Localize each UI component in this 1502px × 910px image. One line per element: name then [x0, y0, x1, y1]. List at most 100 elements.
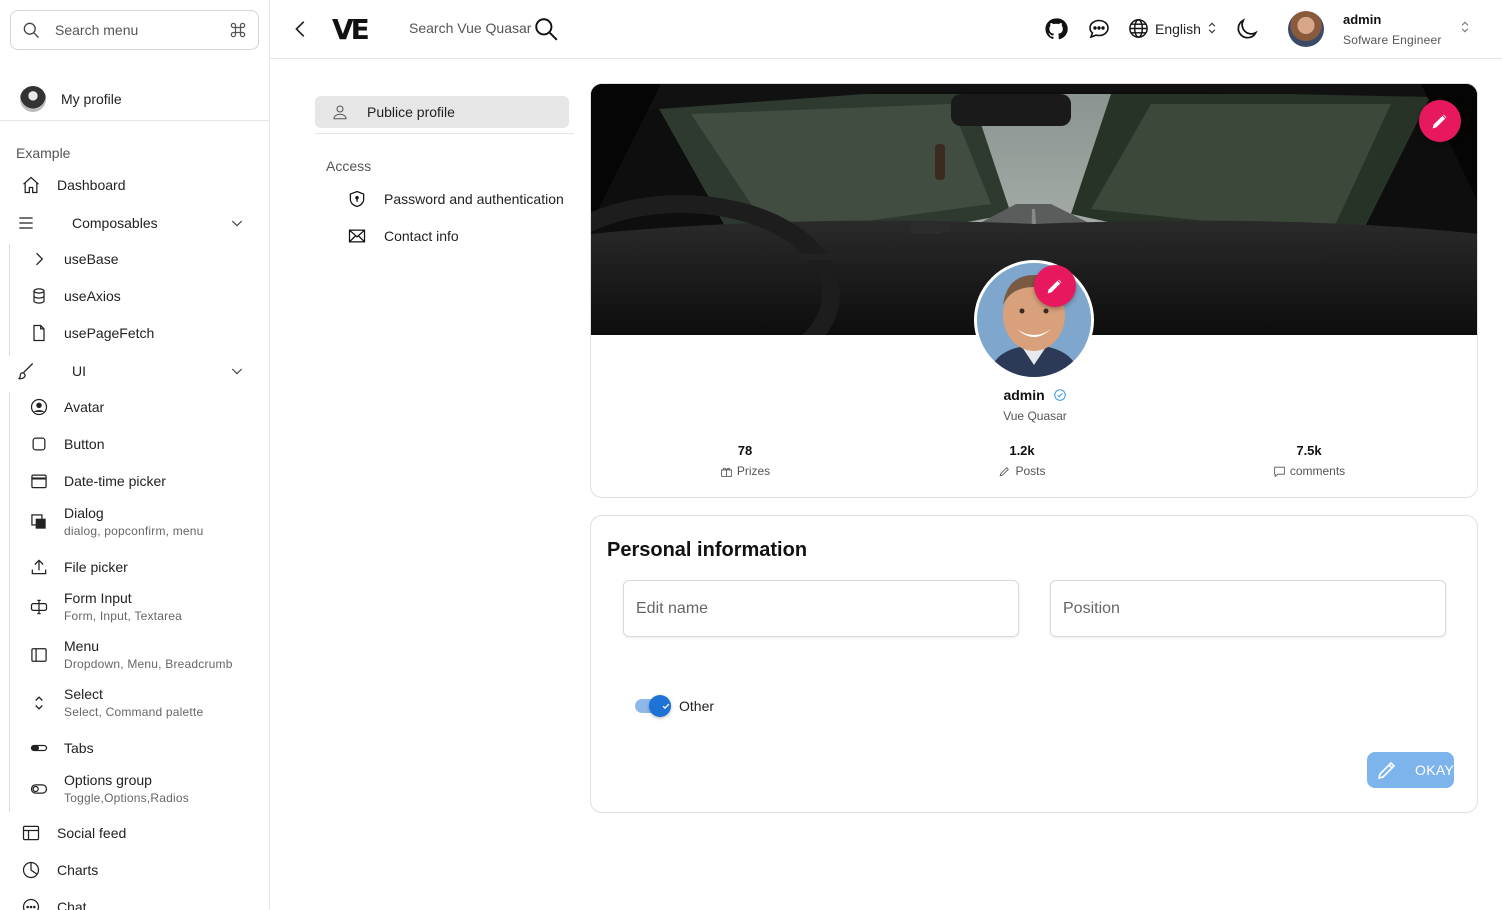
- user-role: Sofware Engineer: [1343, 33, 1442, 47]
- stat-comments: 7.5k comments: [1209, 443, 1409, 478]
- globe-icon[interactable]: [1127, 17, 1150, 40]
- chevron-up-down-icon[interactable]: [1205, 21, 1219, 35]
- sidebar-item-caption: dialog, popconfirm, menu: [64, 524, 204, 538]
- sidebar-layout-icon: [27, 645, 51, 665]
- sidebar: Search menu My profile Example Dashboard…: [0, 0, 270, 910]
- stat-label: Posts: [1015, 464, 1046, 478]
- user-avatar[interactable]: [1288, 11, 1324, 47]
- chevron-up-down-icon[interactable]: [1458, 20, 1472, 34]
- sidebar-item-caption: Select, Command palette: [64, 705, 204, 719]
- shield-icon: [347, 189, 367, 209]
- search-icon[interactable]: [533, 16, 559, 42]
- sidebar-item-select[interactable]: Select Select, Command palette: [27, 686, 269, 719]
- sidebar-item-datetime-picker[interactable]: Date-time picker: [27, 471, 269, 491]
- sidebar-item-caption: Dropdown, Menu, Breadcrumb: [64, 657, 233, 671]
- edit-cover-button[interactable]: [1419, 100, 1461, 142]
- tree-line: [9, 392, 10, 812]
- settings-item-label: Publice profile: [367, 104, 455, 120]
- toggle-icon: [27, 738, 51, 758]
- sidebar-item-avatar[interactable]: Avatar: [27, 397, 269, 417]
- pie-chart-icon: [19, 860, 43, 880]
- position-input[interactable]: [1063, 599, 1433, 618]
- edit-avatar-button[interactable]: [1034, 265, 1076, 307]
- moon-icon[interactable]: [1234, 16, 1260, 42]
- edit-name-input[interactable]: [636, 599, 1006, 618]
- github-icon[interactable]: [1044, 17, 1068, 41]
- okay-button[interactable]: OKAY: [1367, 752, 1454, 788]
- sidebar-item-label: Menu: [64, 638, 100, 654]
- sidebar-item-caption: Form, Input, Textarea: [64, 609, 183, 623]
- toggle-off-icon: [27, 779, 51, 799]
- settings-item-contact[interactable]: Contact info: [330, 226, 459, 246]
- sidebar-item-options-group[interactable]: Options group Toggle,Options,Radios: [27, 772, 269, 805]
- user-icon: [331, 103, 349, 121]
- sidebar-item-label: Social feed: [57, 825, 127, 841]
- stat-value: 1.2k: [1009, 443, 1035, 458]
- sidebar-item-social-feed[interactable]: Social feed: [19, 823, 269, 843]
- sidebar-item-ui[interactable]: UI: [14, 361, 269, 381]
- verified-badge-icon: [1053, 388, 1067, 402]
- settings-item-label: Password and authentication: [384, 191, 564, 207]
- personal-info-card: Personal information Other OKAY: [590, 515, 1478, 813]
- layout-icon: [19, 823, 43, 843]
- stat-label: comments: [1289, 464, 1346, 478]
- menu-icon: [14, 213, 38, 233]
- settings-item-password[interactable]: Password and authentication: [330, 189, 564, 209]
- sidebar-item-form-input[interactable]: Form Input Form, Input, Textarea: [27, 590, 269, 623]
- sidebar-item-usebase[interactable]: useBase: [27, 249, 269, 269]
- comment-icon: [1273, 465, 1286, 478]
- profile-role: Vue Quasar: [1003, 409, 1067, 423]
- sidebar-search[interactable]: Search menu: [10, 10, 259, 50]
- user-name: admin: [1343, 12, 1382, 27]
- sidebar-item-label: Charts: [57, 862, 99, 878]
- profile-card: admin Vue Quasar 78 Prizes 1.2k Posts 7.…: [590, 83, 1478, 498]
- profile-name: admin: [1003, 387, 1045, 403]
- chat-bubble-icon[interactable]: [1087, 17, 1111, 41]
- sidebar-item-useaxios[interactable]: useAxios: [27, 286, 269, 306]
- avatar: [20, 86, 46, 112]
- square-icon: [27, 434, 51, 454]
- back-arrow-icon[interactable]: [290, 18, 312, 40]
- sidebar-search-placeholder: Search menu: [55, 22, 139, 38]
- sidebar-item-label: Form Input: [64, 590, 132, 606]
- search-icon: [21, 20, 41, 40]
- sidebar-item-chat[interactable]: Chat: [19, 897, 269, 910]
- gift-icon: [720, 465, 733, 478]
- sidebar-item-label: UI: [72, 363, 86, 379]
- user-circle-icon: [27, 397, 51, 417]
- sidebar-item-dashboard[interactable]: Dashboard: [19, 175, 269, 195]
- position-field[interactable]: [1050, 580, 1446, 637]
- sidebar-item-dialog[interactable]: Dialog dialog, popconfirm, menu: [27, 505, 269, 538]
- sidebar-item-usepagefetch[interactable]: usePageFetch: [27, 323, 269, 343]
- app-logo[interactable]: VE: [332, 13, 370, 46]
- divider: [0, 120, 269, 121]
- settings-section-access: Access: [326, 158, 372, 174]
- settings-item-public-profile[interactable]: Publice profile: [315, 96, 569, 128]
- divider: [315, 133, 574, 134]
- okay-label: OKAY: [1415, 762, 1455, 778]
- sidebar-item-charts[interactable]: Charts: [19, 860, 269, 880]
- toggle-track[interactable]: [635, 695, 671, 717]
- sidebar-item-file-picker[interactable]: File picker: [27, 557, 269, 577]
- sidebar-item-menu[interactable]: Menu Dropdown, Menu, Breadcrumb: [27, 638, 269, 671]
- other-toggle[interactable]: Other: [635, 695, 715, 717]
- sidebar-item-tabs[interactable]: Tabs: [27, 738, 269, 758]
- sidebar-item-label: Dialog: [64, 505, 104, 521]
- top-search-label[interactable]: Search Vue Quasar: [409, 20, 531, 36]
- pencil-icon: [1044, 275, 1066, 297]
- envelope-icon: [347, 226, 367, 246]
- upload-icon: [27, 557, 51, 577]
- edit-name-field[interactable]: [623, 580, 1019, 637]
- chat-icon: [19, 897, 43, 910]
- sidebar-item-label: usePageFetch: [64, 325, 155, 341]
- toggle-knob[interactable]: [649, 695, 671, 717]
- toggle-label: Other: [679, 698, 715, 714]
- sidebar-item-button[interactable]: Button: [27, 434, 269, 454]
- text-cursor-icon: [27, 597, 51, 617]
- sidebar-item-label: Dashboard: [57, 177, 126, 193]
- language-select[interactable]: English: [1155, 21, 1201, 37]
- sidebar-my-profile[interactable]: My profile: [20, 86, 122, 112]
- topbar: VE Search Vue Quasar English admin Sofwa…: [270, 0, 1502, 59]
- sidebar-item-composables[interactable]: Composables: [14, 213, 269, 233]
- pencil-icon: [1429, 110, 1451, 132]
